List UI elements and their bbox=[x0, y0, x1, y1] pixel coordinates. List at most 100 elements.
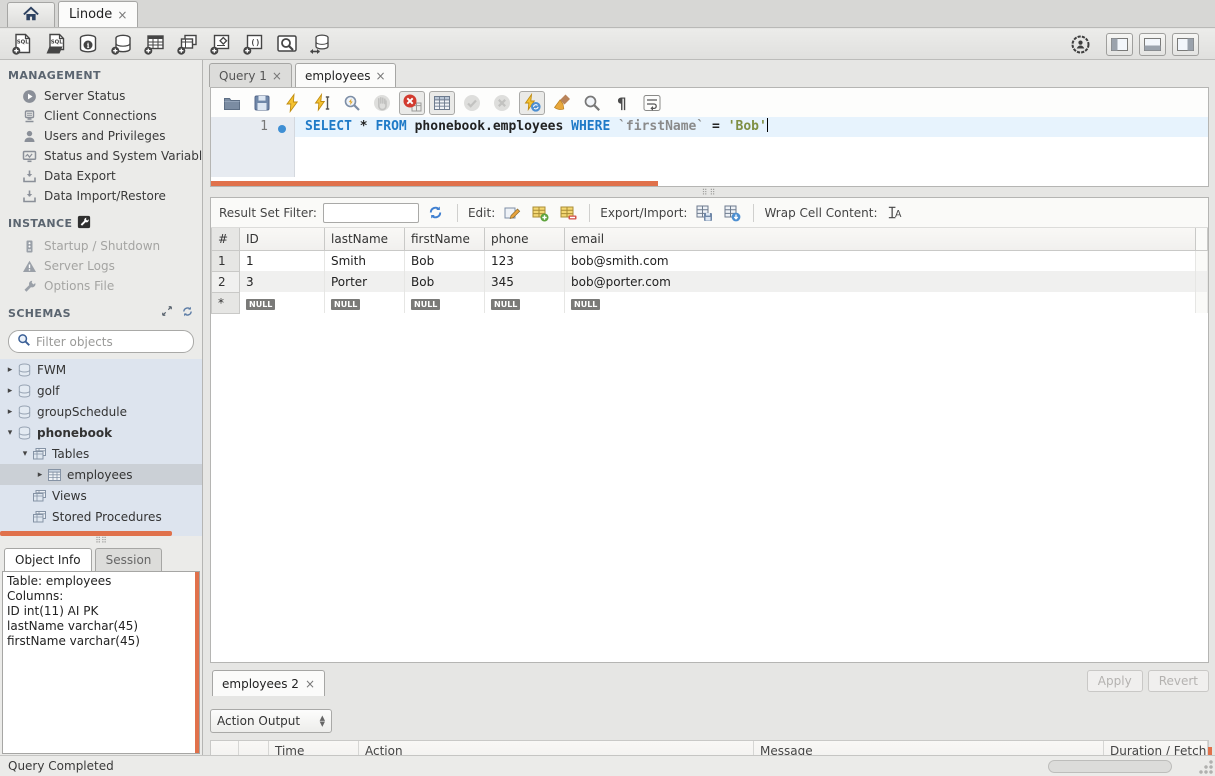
search-data-button[interactable] bbox=[272, 31, 302, 57]
expand-arrow-icon[interactable]: ▸ bbox=[34, 470, 46, 480]
tab-employees[interactable]: employees× bbox=[295, 63, 396, 87]
cell-email[interactable]: bob@smith.com bbox=[565, 250, 1196, 271]
create-view-button[interactable] bbox=[173, 31, 203, 57]
account-circle-icon[interactable] bbox=[1068, 32, 1092, 56]
expand-arrow-icon[interactable]: ▸ bbox=[4, 365, 16, 375]
tree-item-groupschedule[interactable]: ▸groupSchedule bbox=[0, 401, 202, 422]
collapse-arrow-icon[interactable]: ▾ bbox=[19, 449, 31, 459]
close-icon[interactable]: × bbox=[375, 69, 385, 83]
limit-rows-button[interactable] bbox=[429, 91, 455, 115]
collapse-arrow-icon[interactable]: ▾ bbox=[4, 428, 16, 438]
cell-phone[interactable]: 345 bbox=[485, 271, 565, 292]
sidebar-item-data-export[interactable]: Data Export bbox=[0, 166, 202, 186]
column-header-row-number[interactable]: # bbox=[212, 228, 240, 250]
toggle-right-panel-button[interactable] bbox=[1172, 33, 1199, 56]
result-filter-input[interactable] bbox=[323, 203, 419, 223]
wrap-cell-content-icon[interactable]: A bbox=[884, 203, 906, 223]
open-sql-script-button[interactable]: SQL bbox=[41, 31, 71, 57]
export-icon[interactable] bbox=[693, 203, 715, 223]
column-header-phone[interactable]: phone bbox=[485, 228, 565, 250]
import-icon[interactable] bbox=[721, 203, 743, 223]
tab-employees-2[interactable]: employees 2× bbox=[212, 670, 325, 696]
save-button[interactable] bbox=[249, 91, 275, 115]
column-header-lastName[interactable]: lastName bbox=[325, 228, 405, 250]
toggle-left-panel-button[interactable] bbox=[1106, 33, 1133, 56]
sidebar-item-startup-shutdown[interactable]: Startup / Shutdown bbox=[0, 236, 202, 256]
tree-item-phonebook[interactable]: ▾phonebook bbox=[0, 422, 202, 443]
toggle-bottom-panel-button[interactable] bbox=[1139, 33, 1166, 56]
refresh-schemas-icon[interactable] bbox=[181, 305, 194, 321]
cell-firstName[interactable]: Bob bbox=[405, 250, 485, 271]
autocommit-button[interactable] bbox=[519, 91, 545, 115]
tree-item-employees[interactable]: ▸employees bbox=[0, 464, 202, 485]
window-resize-grip[interactable] bbox=[1199, 760, 1213, 774]
sql-statement-line[interactable]: SELECT * FROM phonebook.employees WHERE … bbox=[295, 117, 1208, 137]
cell-firstName[interactable]: NULL bbox=[405, 292, 485, 313]
wrap-text-button[interactable] bbox=[639, 91, 665, 115]
open-file-button[interactable] bbox=[219, 91, 245, 115]
sidebar-item-server-logs[interactable]: Server Logs bbox=[0, 256, 202, 276]
show-invisibles-button[interactable]: ¶ bbox=[609, 91, 635, 115]
home-tab[interactable] bbox=[7, 2, 55, 27]
row-number-cell[interactable]: 1 bbox=[212, 250, 240, 271]
connection-tab[interactable]: Linode × bbox=[58, 1, 138, 27]
tree-item-fwm[interactable]: ▸FWM bbox=[0, 359, 202, 380]
create-procedure-button[interactable] bbox=[206, 31, 236, 57]
cell-lastName[interactable]: Porter bbox=[325, 271, 405, 292]
beautify-button[interactable] bbox=[549, 91, 575, 115]
output-selector[interactable]: Action Output ▲▼ bbox=[210, 709, 332, 733]
tree-item-golf[interactable]: ▸golf bbox=[0, 380, 202, 401]
create-schema-button[interactable] bbox=[107, 31, 137, 57]
cell-firstName[interactable]: Bob bbox=[405, 271, 485, 292]
code-area[interactable]: SELECT * FROM phonebook.employees WHERE … bbox=[295, 117, 1208, 177]
editor-result-splitter[interactable]: ⠿⠿ bbox=[204, 187, 1215, 197]
delete-row-icon[interactable] bbox=[557, 203, 579, 223]
explain-button[interactable] bbox=[339, 91, 365, 115]
new-row-placeholder[interactable]: *NULLNULLNULLNULLNULL bbox=[212, 292, 1208, 313]
column-header-firstName[interactable]: firstName bbox=[405, 228, 485, 250]
new-row-marker[interactable]: * bbox=[212, 292, 240, 313]
info-vscrollbar-thumb[interactable] bbox=[195, 572, 199, 753]
tab-session[interactable]: Session bbox=[95, 548, 163, 571]
sql-editor[interactable]: 1 SELECT * FROM phonebook.employees WHER… bbox=[211, 117, 1208, 177]
result-row-2[interactable]: 23PorterBob345bob@porter.com bbox=[212, 271, 1208, 292]
revert-button[interactable]: Revert bbox=[1148, 670, 1209, 692]
reconnect-db-button[interactable] bbox=[305, 31, 335, 57]
close-icon[interactable]: × bbox=[305, 677, 315, 691]
cell-phone[interactable]: NULL bbox=[485, 292, 565, 313]
sidebar-item-status-and-system-variables[interactable]: Status and System Variables bbox=[0, 146, 202, 166]
stop-on-error-button[interactable] bbox=[399, 91, 425, 115]
result-grid-empty-area[interactable] bbox=[211, 314, 1208, 663]
add-row-icon[interactable] bbox=[529, 203, 551, 223]
sidebar-item-server-status[interactable]: Server Status bbox=[0, 86, 202, 106]
close-icon[interactable]: × bbox=[117, 8, 127, 22]
sidebar-item-data-import-restore[interactable]: Data Import/Restore bbox=[0, 186, 202, 206]
tab-object-info[interactable]: Object Info bbox=[4, 548, 92, 571]
tree-item-views[interactable]: Views bbox=[0, 485, 202, 506]
cell-lastName[interactable]: Smith bbox=[325, 250, 405, 271]
expand-panel-icon[interactable] bbox=[161, 305, 173, 321]
execute-button[interactable] bbox=[279, 91, 305, 115]
cell-lastName[interactable]: NULL bbox=[325, 292, 405, 313]
sidebar-splitter[interactable]: ⠿⠿ bbox=[0, 536, 202, 545]
column-header-email[interactable]: email bbox=[565, 228, 1196, 250]
result-row-1[interactable]: 11SmithBob123bob@smith.com bbox=[212, 250, 1208, 271]
new-query-tab-button[interactable]: SQL bbox=[8, 31, 38, 57]
find-button[interactable] bbox=[579, 91, 605, 115]
edit-record-icon[interactable] bbox=[501, 203, 523, 223]
editor-hscrollbar-thumb[interactable] bbox=[211, 181, 658, 186]
expand-arrow-icon[interactable]: ▸ bbox=[4, 386, 16, 396]
sidebar-item-options-file[interactable]: Options File bbox=[0, 276, 202, 296]
cell-ID[interactable]: 1 bbox=[240, 250, 325, 271]
schema-filter-input[interactable] bbox=[36, 335, 186, 349]
cell-email[interactable]: NULL bbox=[565, 292, 1196, 313]
create-function-button[interactable]: () bbox=[239, 31, 269, 57]
cell-phone[interactable]: 123 bbox=[485, 250, 565, 271]
cell-ID[interactable]: NULL bbox=[240, 292, 325, 313]
tab-query-1[interactable]: Query 1× bbox=[209, 63, 292, 87]
output-splitter[interactable] bbox=[204, 694, 1215, 704]
statusbar-scroll-thumb[interactable] bbox=[1048, 760, 1172, 773]
sidebar-item-client-connections[interactable]: Client Connections bbox=[0, 106, 202, 126]
tree-item-stored-procedures[interactable]: Stored Procedures bbox=[0, 506, 202, 527]
close-icon[interactable]: × bbox=[272, 69, 282, 83]
